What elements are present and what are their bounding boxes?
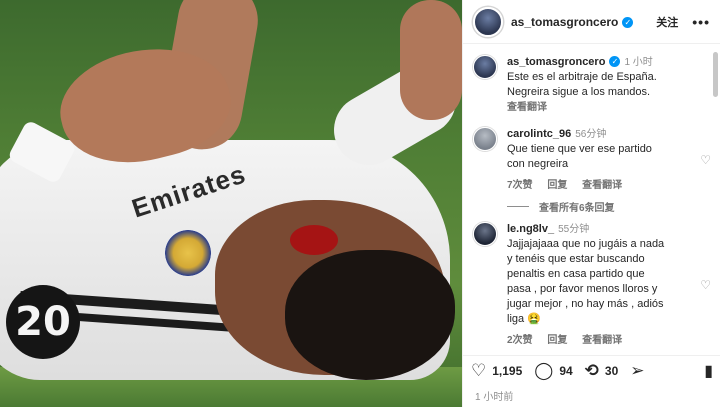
comment-line: penaltis en casa partido que (507, 268, 645, 280)
comment-line: Que tiene que ver ese partido (507, 143, 652, 155)
caption-username[interactable]: as_tomasgroncero (507, 56, 605, 68)
comment-line: y tenéis que estar buscando (507, 253, 645, 265)
reply-button[interactable]: 回复 (547, 335, 567, 346)
translate-link[interactable]: 查看翻译 (582, 335, 622, 346)
heart-icon[interactable]: ♡ (471, 361, 486, 381)
comment-line: con negreira (507, 158, 569, 170)
post-header: as_tomasgroncero ✓ 关注 ••• (463, 0, 720, 44)
comments-list[interactable]: as_tomasgroncero ✓ 1 小时 Este es el arbitra… (463, 45, 720, 353)
author-username[interactable]: as_tomasgroncero ✓ (511, 15, 634, 29)
verified-badge-icon: ✓ (622, 16, 634, 28)
comment-username[interactable]: le.ng8lv_ (507, 223, 554, 235)
share-count: 30 (604, 363, 619, 378)
comment-time: 56分钟 (575, 129, 607, 140)
comment: le.ng8lv_ 55分钟 Jajjajajaaa que no jugáis … (463, 222, 720, 348)
comment-line: pasa , por favor menos lloros y (507, 283, 658, 295)
injury (290, 225, 338, 255)
bookmark-icon[interactable]: ▮ (704, 361, 713, 381)
caption-line: Negreira sigue a los mandos. (507, 86, 651, 98)
comment-likes[interactable]: 7次赞 (507, 180, 533, 191)
club-crest (165, 230, 211, 276)
more-options-icon[interactable]: ••• (692, 14, 710, 30)
comment: carolintc_96 56分钟 Que tiene que ver ese p… (463, 127, 720, 193)
view-replies-label[interactable]: 查看所有6条回复 (539, 199, 615, 214)
repost-action[interactable]: ⟲ 30 (585, 361, 619, 381)
translate-link[interactable]: 查看翻译 (582, 180, 622, 191)
repost-icon[interactable]: ⟲ (585, 361, 599, 381)
comment-meta: 2次赞 回复 查看翻译 (507, 333, 700, 348)
avatar[interactable] (473, 6, 503, 37)
comment-count: 94 (559, 363, 573, 378)
avatar[interactable] (473, 55, 497, 79)
scrollbar[interactable] (713, 52, 718, 97)
caption: as_tomasgroncero ✓ 1 小时 Este es el arbitra… (463, 55, 720, 115)
like-count: 1,195 (492, 363, 523, 378)
heart-icon[interactable]: ♡ (700, 153, 711, 167)
follow-button[interactable]: 关注 (656, 14, 678, 30)
author-username-text[interactable]: as_tomasgroncero (511, 15, 618, 29)
comment-line: liga 🤮 (507, 313, 541, 325)
comment-icon[interactable]: ◯ (534, 361, 553, 381)
comment-line: Jajjajajaaa que no jugáis a nada (507, 238, 665, 250)
comment-likes[interactable]: 2次赞 (507, 335, 533, 346)
comment-line: jugar mejor , no hay más , adiós (507, 298, 664, 310)
comment-time: 55分钟 (558, 224, 590, 235)
verified-badge-icon: ✓ (609, 56, 621, 67)
heart-icon[interactable]: ♡ (700, 278, 711, 292)
post-time: 1 小时前 (475, 392, 514, 403)
shirt-number: 20 (6, 285, 80, 359)
view-replies-link[interactable]: 查看所有6条回复 (463, 199, 720, 214)
action-bar: ♡ 1,195 ◯ 94 ⟲ 30 ➢ ▮ (463, 355, 720, 385)
like-action[interactable]: ♡ 1,195 (471, 361, 522, 381)
caption-line: Este es el arbitraje de España. (507, 71, 657, 83)
share-icon[interactable]: ➢ (630, 361, 644, 381)
comment-action[interactable]: ◯ 94 (534, 361, 572, 381)
player-hand (400, 0, 462, 120)
avatar[interactable] (473, 222, 497, 246)
comment-username[interactable]: carolintc_96 (507, 128, 571, 140)
reply-button[interactable]: 回复 (547, 180, 567, 191)
divider (507, 206, 529, 207)
comment-meta: 7次赞 回复 查看翻译 (507, 178, 700, 193)
share-action[interactable]: ➢ (630, 361, 650, 381)
post-image[interactable]: 20 Emirates (0, 0, 462, 407)
post-sidebar: as_tomasgroncero ✓ 关注 ••• as_tomasgroncer… (462, 0, 720, 407)
avatar[interactable] (473, 127, 497, 151)
caption-translate-link[interactable]: 查看翻译 (507, 100, 711, 115)
caption-time: 1 小时 (624, 57, 653, 68)
